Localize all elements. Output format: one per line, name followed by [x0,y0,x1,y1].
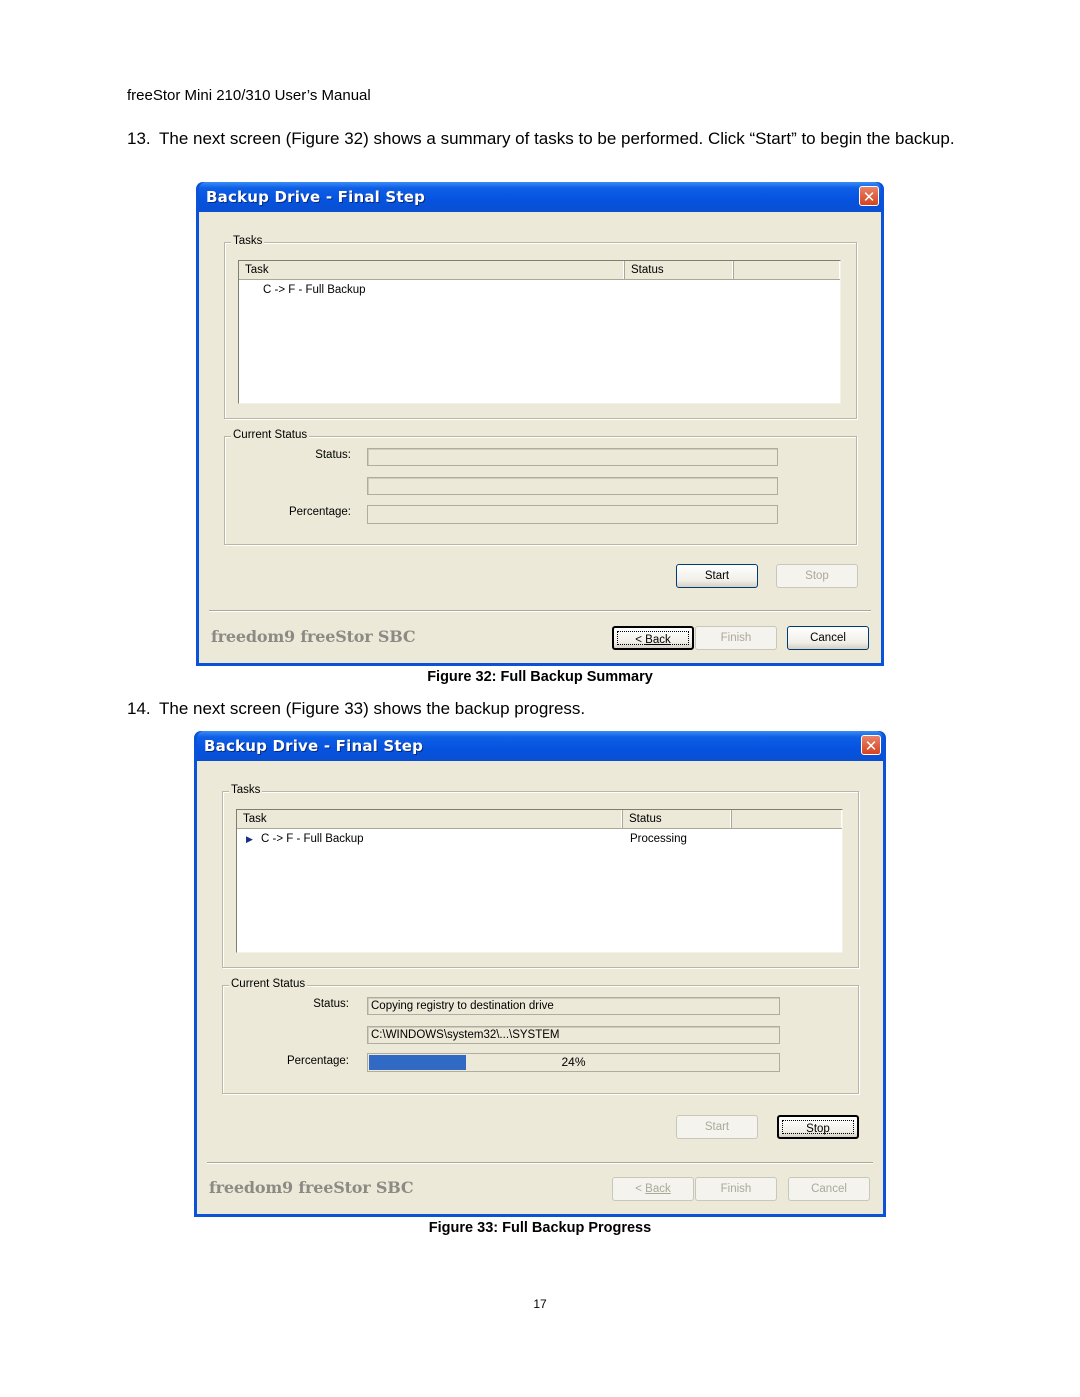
brand-logo: freedom9 freeStor SBC [209,1178,414,1197]
dialog-body: Tasks Task Status ▶ C -> F - Full Backup… [197,761,883,1214]
current-status-group: Current Status Status: Percentage: [224,429,857,545]
list-header: Task Status [239,261,840,280]
back-arrow-icon: < [635,1183,646,1195]
tasks-group-label: Tasks [231,235,265,247]
task-row[interactable]: C -> F - Full Backup [239,282,840,298]
progress-text: 24% [561,1055,586,1069]
step-number: 14. [127,699,151,718]
backup-summary-window: Backup Drive - Final Step ✕ Tasks Task S… [196,182,884,666]
cancel-button[interactable]: Cancel [788,1177,870,1201]
start-button[interactable]: Start [676,564,758,588]
backup-progress-window: Backup Drive - Final Step ✕ Tasks Task S… [194,731,886,1217]
finish-button[interactable]: Finish [695,1177,777,1201]
back-label: Back [645,634,671,646]
footer-separator [207,1162,873,1164]
task-row[interactable]: ▶ C -> F - Full Backup Processing [237,831,842,847]
start-button[interactable]: Start [676,1115,758,1139]
page-header: freeStor Mini 210/310 User’s Manual [127,87,371,104]
progress-bar [367,505,778,524]
tasks-group-label: Tasks [229,784,263,796]
tasks-list[interactable]: Task Status ▶ C -> F - Full Backup Proce… [236,809,843,953]
window-title: Backup Drive - Final Step [204,737,424,755]
percentage-label: Percentage: [286,1055,349,1067]
back-button[interactable]: < Back [612,626,694,650]
back-label: Back [645,1183,671,1195]
file-field: C:\WINDOWS\system32\...\SYSTEM [367,1026,780,1044]
current-status-label: Current Status [229,978,308,990]
finish-button[interactable]: Finish [695,626,777,650]
close-icon[interactable]: ✕ [859,186,879,206]
close-icon[interactable]: ✕ [861,735,881,755]
task-name: C -> F - Full Backup [263,284,366,296]
tasks-group: Tasks Task Status ▶ C -> F - Full Backup… [222,784,859,968]
title-bar[interactable]: Backup Drive - Final Step ✕ [199,182,881,212]
window-title: Backup Drive - Final Step [206,188,426,206]
column-header-extra[interactable] [734,261,840,279]
current-status-group: Current Status Status: Copying registry … [222,978,859,1094]
task-name: C -> F - Full Backup [261,833,364,845]
stop-button[interactable]: Stop [776,564,858,588]
back-button[interactable]: < Back [612,1177,694,1201]
step-13: 13. The next screen (Figure 32) shows a … [127,128,955,149]
step-text: The next screen (Figure 32) shows a summ… [159,129,955,148]
current-status-label: Current Status [231,429,310,441]
status-field [367,448,778,466]
status-label: Status: [315,449,351,461]
dialog-body: Tasks Task Status C -> F - Full Backup C… [199,212,881,663]
task-status: Processing [630,833,687,845]
step-14: 14. The next screen (Figure 33) shows th… [127,698,955,719]
column-header-task[interactable]: Task [239,261,625,279]
figure-33-caption: Figure 33: Full Backup Progress [428,1220,652,1236]
brand-logo: freedom9 freeStor SBC [211,627,416,646]
progress-bar: 24% [367,1053,780,1072]
status-label: Status: [313,998,349,1010]
step-number: 13. [127,129,151,148]
tasks-group: Tasks Task Status C -> F - Full Backup [224,235,857,419]
column-header-extra[interactable] [732,810,842,828]
step-text: The next screen (Figure 33) shows the ba… [159,699,586,718]
column-header-status[interactable]: Status [623,810,732,828]
cancel-button[interactable]: Cancel [787,626,869,650]
percentage-label: Percentage: [288,506,351,518]
active-task-arrow-icon: ▶ [246,834,253,844]
stop-button[interactable]: Stop [777,1115,859,1139]
page-number: 17 [533,1297,547,1311]
list-header: Task Status [237,810,842,829]
back-arrow-icon: < [635,634,646,646]
status-field: Copying registry to destination drive [367,997,780,1015]
stop-label: Stop [782,1120,854,1135]
column-header-task[interactable]: Task [237,810,623,828]
figure-32-caption: Figure 32: Full Backup Summary [427,669,653,685]
title-bar[interactable]: Backup Drive - Final Step ✕ [197,731,883,761]
footer-separator [209,610,871,612]
tasks-list[interactable]: Task Status C -> F - Full Backup [238,260,841,404]
column-header-status[interactable]: Status [625,261,734,279]
file-field [367,477,778,495]
